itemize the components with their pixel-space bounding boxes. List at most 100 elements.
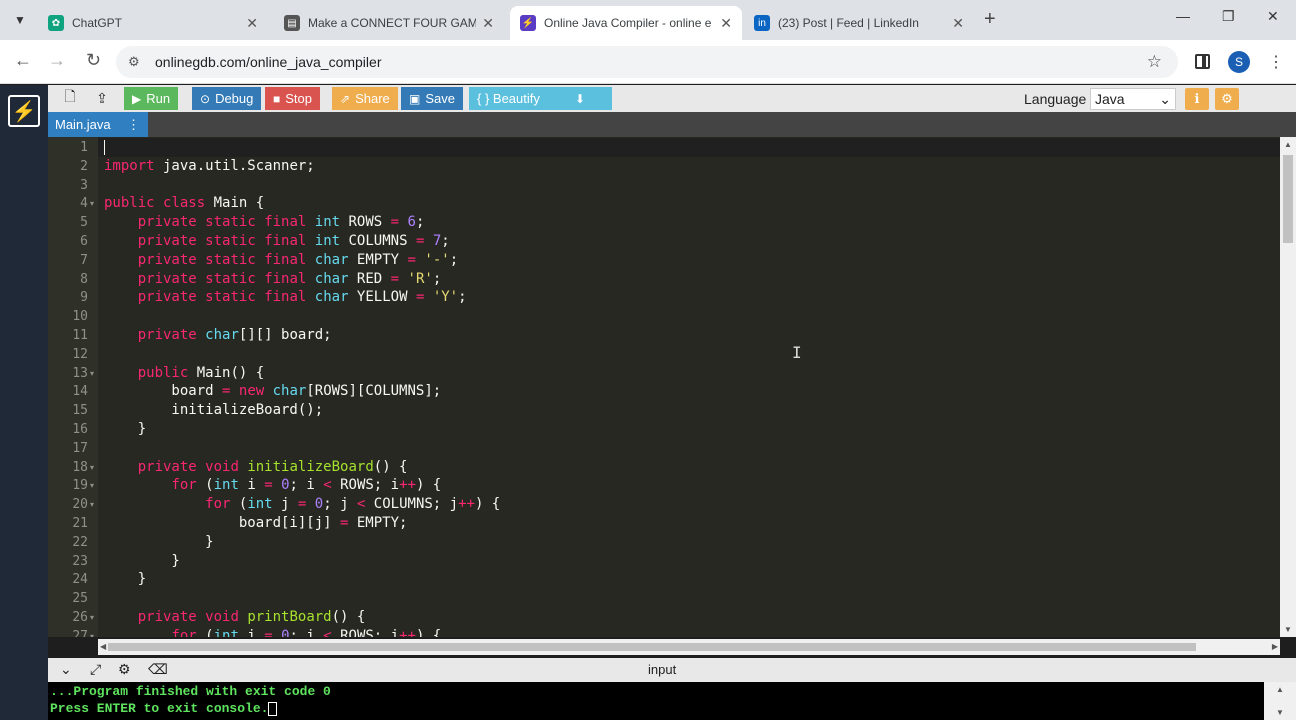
minimize-icon[interactable]: — bbox=[1176, 8, 1190, 24]
close-tab-icon[interactable]: ✕ bbox=[720, 15, 732, 32]
beautify-button[interactable]: { } Beautify bbox=[469, 87, 548, 110]
scroll-left-arrow-icon[interactable]: ◀ bbox=[100, 642, 106, 651]
code-line: public Main() { bbox=[137, 364, 265, 381]
stop-button[interactable]: ■ Stop bbox=[265, 87, 320, 110]
bookmark-star-icon[interactable]: ☆ bbox=[1147, 52, 1162, 72]
tab-title: Online Java Compiler - online e bbox=[544, 16, 712, 30]
clear-console-icon[interactable]: ⌫ bbox=[148, 661, 168, 678]
vertical-scroll-thumb[interactable] bbox=[1283, 155, 1293, 243]
stop-label: Stop bbox=[285, 91, 312, 106]
close-window-icon[interactable]: ✕ bbox=[1267, 8, 1279, 25]
chatgpt-icon: ✿ bbox=[48, 15, 64, 31]
code-line: private static final char YELLOW = 'Y'; bbox=[137, 289, 467, 306]
fold-arrow-icon[interactable]: ▾ bbox=[90, 369, 94, 378]
reload-icon[interactable]: ↻ bbox=[86, 50, 101, 71]
line-number: 21 bbox=[72, 516, 88, 531]
download-button[interactable]: ⬇ bbox=[548, 87, 612, 110]
scroll-down-arrow-icon[interactable]: ▼ bbox=[1276, 708, 1284, 717]
code-editor[interactable]: 1 2 import java.util.Scanner; 3 4 ▾ public cla… bbox=[48, 137, 1280, 637]
line-number: 20 bbox=[72, 497, 88, 513]
onlinegdb-icon: ⚡ bbox=[520, 15, 536, 31]
browser-tab-chatgpt[interactable]: ✿ ChatGPT ✕ bbox=[38, 6, 268, 40]
line-number: 27 bbox=[72, 628, 88, 637]
close-tab-icon[interactable]: ✕ bbox=[246, 15, 258, 32]
site-settings-icon[interactable]: ⚙ bbox=[128, 54, 140, 70]
url-text[interactable]: onlinegdb.com/online_java_compiler bbox=[155, 54, 381, 70]
fold-arrow-icon[interactable]: ▾ bbox=[90, 199, 94, 208]
line-number: 11 bbox=[72, 328, 88, 343]
file-tab-main-java[interactable]: Main.java ⋮ bbox=[48, 112, 148, 137]
share-button[interactable]: ⇗ Share bbox=[332, 87, 398, 110]
tab-title: ChatGPT bbox=[72, 16, 123, 30]
code-line: import java.util.Scanner; bbox=[104, 157, 315, 174]
file-tab-label: Main.java bbox=[55, 117, 111, 132]
horizontal-scroll-thumb[interactable] bbox=[108, 643, 1196, 651]
fold-arrow-icon[interactable]: ▾ bbox=[90, 463, 94, 472]
line-number: 10 bbox=[72, 309, 88, 325]
fold-arrow-icon[interactable]: ▾ bbox=[90, 481, 94, 490]
browser-tab-linkedin[interactable]: in (23) Post | Feed | LinkedIn ✕ bbox=[744, 6, 974, 40]
line-number: 17 bbox=[72, 440, 88, 456]
editor-vertical-scrollbar[interactable]: ▲ ▼ bbox=[1280, 137, 1296, 637]
linkedin-icon: in bbox=[754, 15, 770, 31]
output-settings-icon[interactable]: ⚙ bbox=[118, 661, 131, 678]
forward-arrow-icon[interactable]: → bbox=[48, 50, 66, 71]
fold-arrow-icon[interactable]: ▾ bbox=[90, 632, 94, 637]
console-line: ...Program finished with exit code 0 bbox=[50, 684, 331, 699]
console-scrollbar[interactable]: ▲ ▼ bbox=[1264, 682, 1296, 720]
file-tabs-bar: Main.java ⋮ bbox=[48, 112, 1296, 137]
info-icon[interactable]: ℹ bbox=[1185, 88, 1209, 110]
language-value: Java bbox=[1095, 91, 1125, 107]
collapse-chevron-icon[interactable]: ⌄ bbox=[60, 661, 72, 678]
debug-button[interactable]: ⊙ Debug bbox=[192, 87, 262, 110]
fold-arrow-icon[interactable]: ▾ bbox=[90, 500, 94, 509]
omnibox[interactable]: ⚙ onlinegdb.com/online_java_compiler ☆ bbox=[116, 46, 1178, 78]
profile-avatar[interactable]: S bbox=[1228, 51, 1250, 73]
code-line: public class Main { bbox=[104, 195, 265, 212]
code-line: for (int i = 0; i < ROWS; i++) { bbox=[171, 627, 442, 637]
beautify-label: { } Beautify bbox=[477, 91, 540, 106]
new-file-icon[interactable]: 🗋 bbox=[56, 87, 84, 109]
browser-tab-online-java-compiler[interactable]: ⚡ Online Java Compiler - online e ✕ bbox=[510, 6, 742, 40]
side-panel-icon[interactable] bbox=[1195, 54, 1210, 69]
fold-arrow-icon[interactable]: ▾ bbox=[90, 613, 94, 622]
scroll-up-arrow-icon[interactable]: ▲ bbox=[1276, 685, 1284, 694]
code-line: } bbox=[104, 552, 180, 569]
share-label: Share bbox=[355, 91, 390, 106]
onlinegdb-logo-icon[interactable]: ⚡ bbox=[8, 95, 40, 127]
line-number: 9 bbox=[80, 290, 88, 306]
tab-search-chevron-icon[interactable]: ▼ bbox=[8, 8, 32, 32]
browser-menu-icon[interactable]: ⋮ bbox=[1268, 52, 1284, 72]
language-select[interactable]: Java ⌄ bbox=[1090, 88, 1176, 110]
console-cursor bbox=[268, 701, 278, 716]
text-cursor bbox=[104, 140, 105, 155]
browser-tab-connect-four[interactable]: ▤ Make a CONNECT FOUR GAME ✕ bbox=[274, 6, 504, 40]
file-menu-icon[interactable]: ⋮ bbox=[127, 117, 140, 133]
share-icon: ⇗ bbox=[340, 91, 351, 106]
restore-icon[interactable]: ❐ bbox=[1222, 8, 1235, 25]
line-number: 2 bbox=[80, 158, 88, 174]
line-number: 12 bbox=[72, 346, 88, 362]
upload-icon[interactable]: ⇪ bbox=[88, 87, 116, 109]
line-number: 8 bbox=[80, 271, 88, 287]
code-line: } bbox=[104, 533, 214, 550]
console-output[interactable]: ...Program finished with exit code 0 Pre… bbox=[48, 682, 1264, 720]
expand-icon[interactable]: ⤢ bbox=[90, 661, 101, 678]
mouse-ibeam-cursor: I bbox=[792, 343, 802, 362]
chevron-down-icon: ⌄ bbox=[1159, 90, 1171, 107]
code-line: } bbox=[104, 421, 147, 437]
new-tab-plus-icon[interactable]: + bbox=[984, 8, 996, 31]
line-number: 25 bbox=[72, 591, 88, 607]
close-tab-icon[interactable]: ✕ bbox=[952, 15, 964, 32]
scroll-right-arrow-icon[interactable]: ▶ bbox=[1272, 642, 1278, 651]
save-button[interactable]: ▣ Save bbox=[401, 87, 463, 110]
code-line: } bbox=[104, 571, 147, 588]
scroll-up-arrow-icon[interactable]: ▲ bbox=[1284, 140, 1292, 149]
close-tab-icon[interactable]: ✕ bbox=[482, 15, 494, 32]
code-line: private void printBoard() { bbox=[137, 609, 366, 625]
back-arrow-icon[interactable]: ← bbox=[14, 50, 32, 71]
editor-horizontal-scrollbar[interactable]: ◀ ▶ bbox=[98, 639, 1280, 655]
run-button[interactable]: ▶ Run bbox=[124, 87, 179, 110]
scroll-down-arrow-icon[interactable]: ▼ bbox=[1284, 625, 1292, 634]
settings-gear-icon[interactable]: ⚙ bbox=[1215, 88, 1239, 110]
